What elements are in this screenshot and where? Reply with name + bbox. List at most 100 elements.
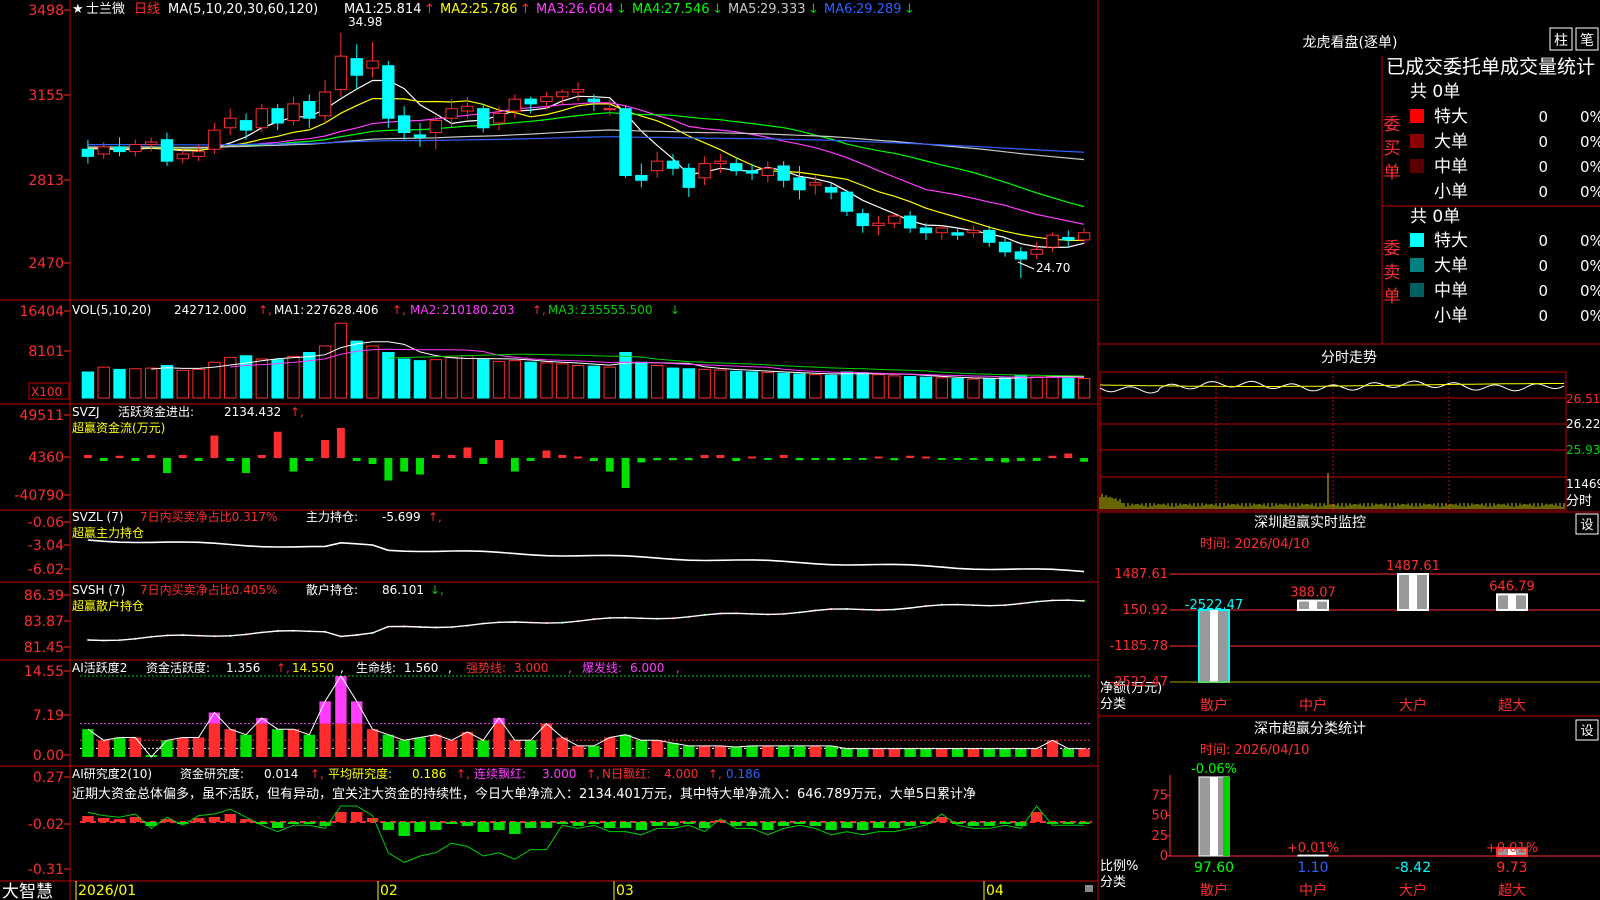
sell-row-pct: 0% <box>1580 232 1600 250</box>
buy-row-pct: 0% <box>1580 158 1600 176</box>
ai-research-header: AI研究度2(10) 资金研究度: 0.014 ↑, 平均研究度: 0.186 … <box>72 766 976 802</box>
monitor-bar-shine <box>1508 594 1516 610</box>
buy-side-char: 买 <box>1384 139 1401 159</box>
candle-body <box>1062 237 1075 241</box>
research-line <box>87 805 1085 863</box>
research-bar <box>762 822 774 830</box>
vol-bar <box>571 365 585 399</box>
candlestick-series[interactable] <box>81 32 1091 279</box>
active-bar <box>604 737 616 757</box>
classify-bar-chart: 7550250-0.06%97.60散户+0.01%1.10中户-8.42大户+… <box>1151 762 1600 899</box>
buy-row-pct: 0% <box>1580 108 1600 126</box>
research-bar <box>430 822 442 830</box>
active-bar <box>967 748 980 757</box>
monitor-y-tick: 1487.61 <box>1114 567 1168 582</box>
sell-swatch <box>1410 233 1424 247</box>
intraday-tab[interactable]: 分时 <box>1566 494 1592 509</box>
intraday-price-3: 25.93 <box>1566 443 1600 457</box>
classify-time: 时间: 2026/04/10 <box>1200 743 1309 758</box>
ma-arrow: ↓ <box>712 2 723 17</box>
period-label[interactable]: 日线 <box>134 2 160 17</box>
active-bar <box>809 745 821 757</box>
monitor-value-label: 646.79 <box>1489 579 1535 594</box>
vol-bar <box>382 352 395 399</box>
classify-category: 大户 <box>1399 882 1427 899</box>
candle-body <box>239 120 253 131</box>
svzj-bar <box>289 458 298 472</box>
buy-row-name: 特大 <box>1434 107 1468 127</box>
buy-total: 共 0单 <box>1410 82 1460 102</box>
svzj-bar <box>890 458 899 461</box>
research-bar <box>967 822 980 826</box>
ma-arrow: ↑ <box>424 2 435 17</box>
research-bar <box>398 822 410 836</box>
ai-active-header: AI活跃度2 资金活跃度: 1.356 ↑, 14.550 , 生命线: 1.5… <box>72 660 680 675</box>
intraday-price-line <box>1099 380 1565 394</box>
svzj-bar <box>447 455 456 458</box>
ai-research-bars <box>80 805 1092 863</box>
vol-bar <box>413 360 427 399</box>
svzj-bar <box>384 458 393 481</box>
svg-text:↑,: ↑, <box>532 303 546 317</box>
research-bar <box>604 822 616 828</box>
research-bar <box>414 822 426 832</box>
research-bar <box>382 822 395 830</box>
moving-average-lines <box>87 79 1085 249</box>
svzj-bar <box>1001 458 1009 463</box>
active-bar <box>841 748 853 757</box>
ma-arrow: ↓ <box>808 2 819 17</box>
lhb-panel: 龙虎看盘(逐单) 柱 笔 已成交委托单成交量统计 共 0单 共 0单 委买单 委… <box>1303 27 1600 326</box>
research-bar <box>999 822 1011 824</box>
classify-bottom-label: 1.10 <box>1297 860 1328 876</box>
chart-canvas[interactable]: ★ 士兰微 日线 MA(5,10,20,30,60,120) MA1: 25.81… <box>0 0 1600 900</box>
svzj-bar <box>937 458 946 460</box>
svg-text:,: , <box>340 661 344 675</box>
candle-body <box>129 143 142 153</box>
active-bar <box>335 723 347 757</box>
svzj-bar <box>795 458 804 461</box>
x-tick: 03 <box>616 883 634 899</box>
active-line <box>87 675 1085 758</box>
monitor-value-label: -2522.47 <box>1185 598 1243 613</box>
vol-bar <box>1046 375 1059 399</box>
research-bar <box>208 817 221 822</box>
vol-bar <box>1030 376 1043 399</box>
svzj-bar <box>1032 458 1041 461</box>
active-bar <box>256 723 268 757</box>
svzj-bar <box>589 458 598 461</box>
vol-bar <box>888 375 901 399</box>
active-bar <box>430 734 442 757</box>
ma-label: MA2: <box>440 2 473 17</box>
svzj-bar <box>83 455 92 458</box>
y-tick: 7.19 <box>33 708 64 724</box>
lock-icon[interactable] <box>1085 885 1093 892</box>
ma-line <box>87 79 1085 249</box>
lhb-title: 龙虎看盘(逐单) <box>1303 34 1398 51</box>
star-icon: ★ <box>72 2 84 17</box>
ma-value: 27.546 <box>664 2 710 17</box>
monitor-value-label: 1487.61 <box>1386 559 1440 574</box>
research-bar <box>445 822 458 824</box>
active-bar <box>366 729 379 757</box>
ai-active-value2: 14.550 <box>292 661 334 675</box>
classify-title: 深市超赢分类统计 <box>1254 720 1366 737</box>
ma-params: MA(5,10,20,30,60,120) <box>168 2 318 17</box>
candle-body <box>603 108 616 111</box>
buy-swatch <box>1410 159 1424 173</box>
svzl-ratio: 7日内买卖净占比0.317% <box>140 509 277 524</box>
svzj-bar <box>858 458 867 460</box>
svzl-hold-label: 主力持仓: <box>306 509 358 524</box>
candle-body <box>81 148 95 157</box>
svzj-bar <box>969 458 978 460</box>
vol-bar <box>698 368 711 399</box>
active-bar <box>588 745 600 757</box>
candle-body <box>809 182 822 186</box>
svg-text:↑,: ↑, <box>310 767 324 781</box>
svzj-bar <box>1016 458 1025 461</box>
vol-bar <box>556 363 569 399</box>
research-bar <box>82 816 94 822</box>
active-bar <box>303 734 315 757</box>
active-bar <box>271 729 284 757</box>
stock-name[interactable]: 士兰微 <box>86 2 125 17</box>
x-tick: 02 <box>380 883 398 899</box>
